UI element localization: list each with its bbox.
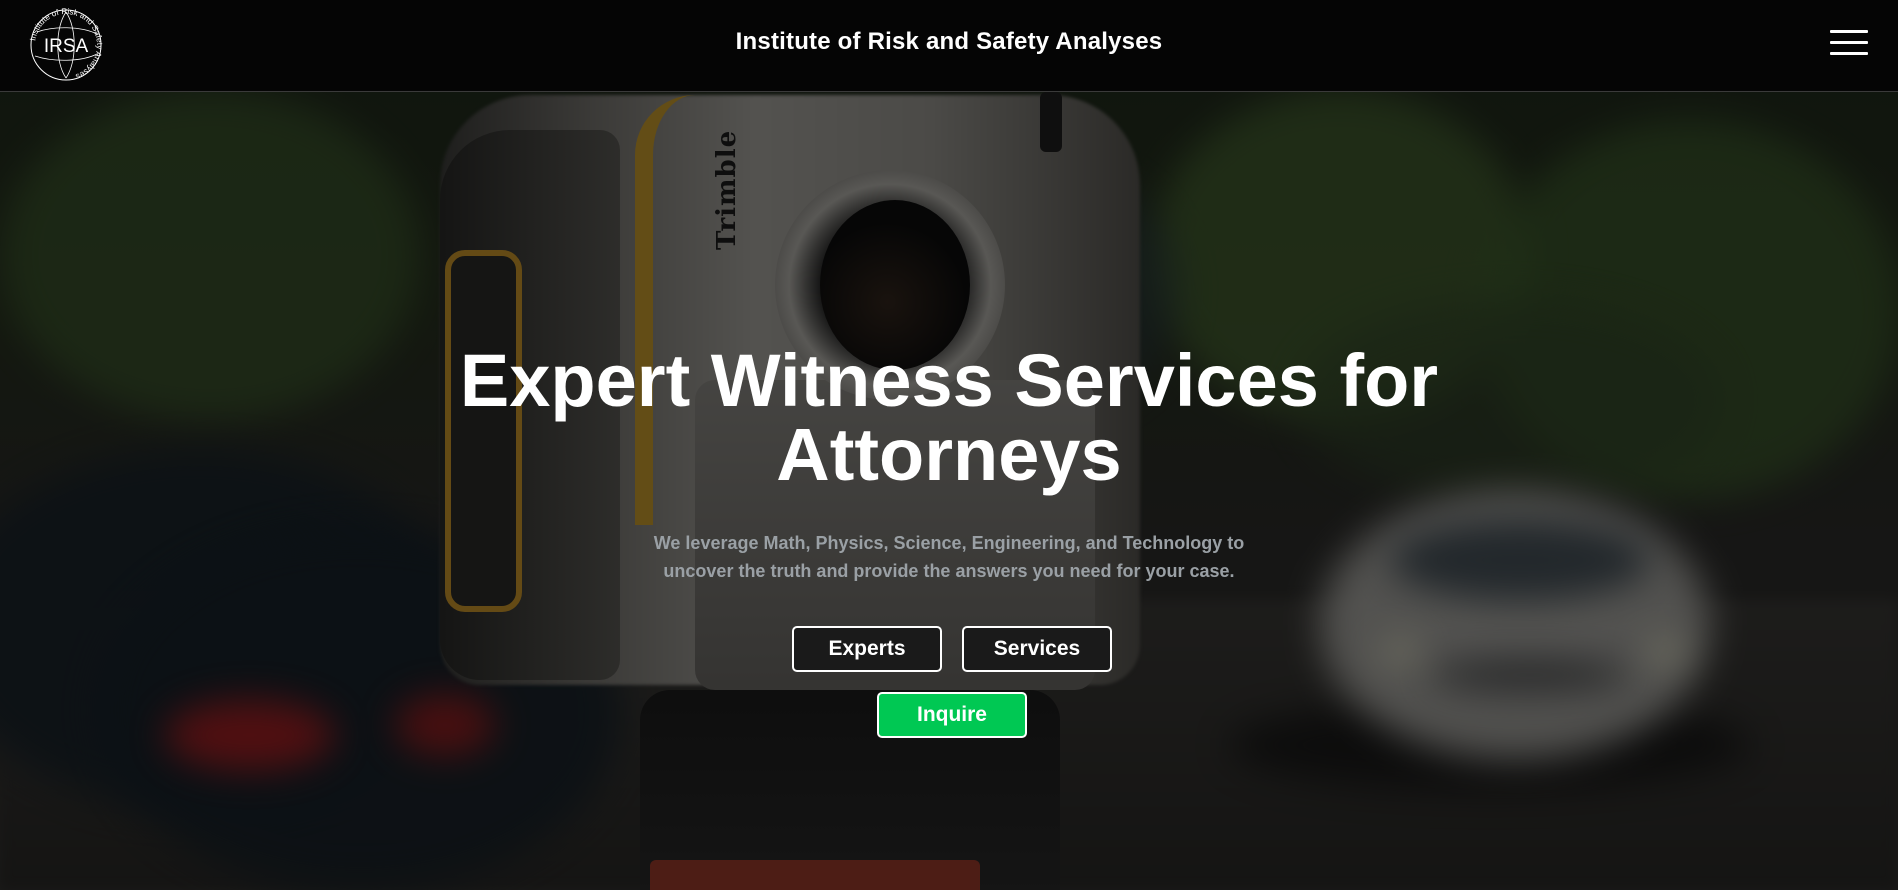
hamburger-menu-icon-bar [1830, 52, 1868, 55]
inquire-button[interactable]: Inquire [877, 692, 1027, 738]
hamburger-menu-button[interactable] [1830, 28, 1870, 58]
page: Trimble Institute of Risk and Safety Ana… [0, 0, 1898, 890]
site-header: Institute of Risk and Safety Analyses IR… [0, 0, 1898, 92]
experts-button[interactable]: Experts [792, 626, 942, 672]
hamburger-menu-icon-bar [1830, 30, 1868, 33]
services-button[interactable]: Services [962, 626, 1112, 672]
hero-subtitle: We leverage Math, Physics, Science, Engi… [599, 529, 1299, 585]
hamburger-menu-icon-bar [1830, 41, 1868, 44]
hero-subtitle-line: We leverage Math, Physics, Science, Engi… [653, 533, 1245, 553]
site-title: Institute of Risk and Safety Analyses [735, 28, 1163, 55]
hero-title: Expert Witness Services for Attorneys [459, 339, 1439, 496]
hero-subtitle-line: uncover the truth and provide the answer… [663, 561, 1235, 581]
